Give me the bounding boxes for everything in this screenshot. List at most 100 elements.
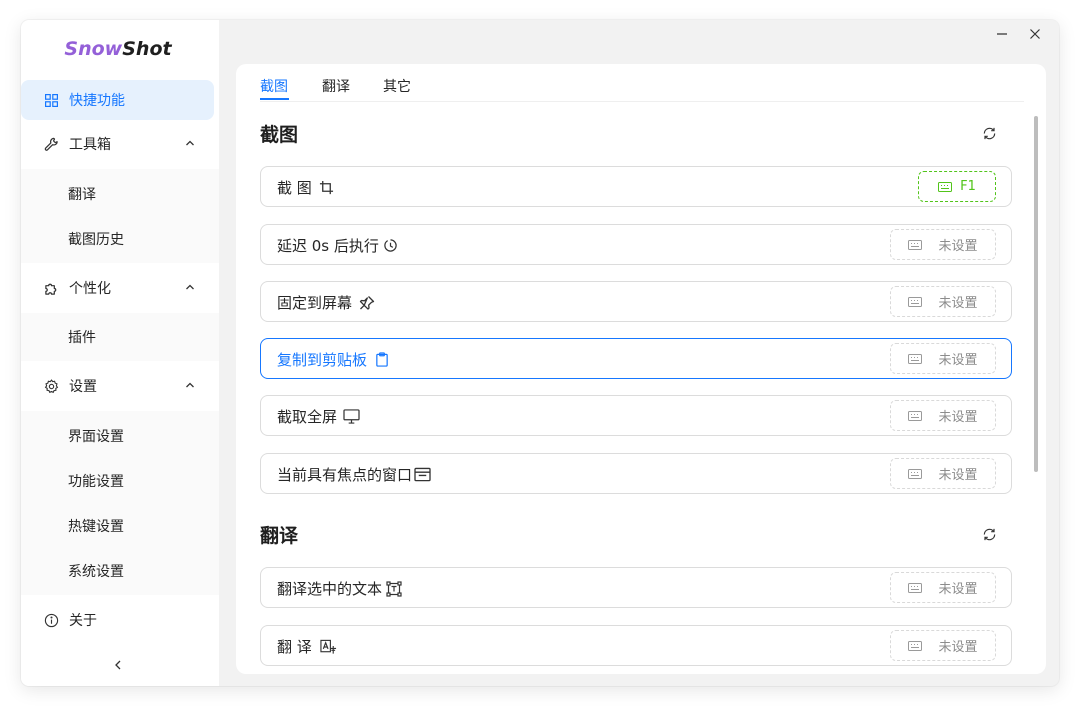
app-window: SnowShot 快捷功能 工具箱 翻译 截图历史 个性化 插件 设置 界面设置… [21, 20, 1059, 686]
sidebar: SnowShot 快捷功能 工具箱 翻译 截图历史 个性化 插件 设置 界面设置… [21, 20, 219, 686]
hotkey-value: 未设置 [938, 239, 978, 254]
shortcut-row-translate[interactable]: 翻 译 未设置 [260, 625, 1012, 666]
row-label: 翻译选中的文本 [277, 578, 402, 599]
sidebar-subitem-translate[interactable]: 翻译 [21, 171, 219, 216]
sidebar-item-personalization[interactable]: 个性化 [21, 268, 214, 308]
sidebar-subitem-label: 翻译 [68, 186, 96, 203]
hotkey-field[interactable]: 未设置 [890, 229, 996, 260]
hotkey-field[interactable]: 未设置 [890, 343, 996, 374]
sidebar-item-about[interactable]: 关于 [21, 600, 214, 640]
row-label-text: 当前具有焦点的窗口 [277, 466, 413, 484]
sidebar-subitem-label: 热键设置 [68, 518, 124, 535]
keyboard-icon [908, 582, 923, 593]
shortcut-row-delay[interactable]: 延迟 0s 后执行 未设置 [260, 224, 1012, 265]
sidebar-item-label: 个性化 [69, 281, 111, 297]
hotkey-field[interactable]: 未设置 [890, 572, 996, 603]
shortcut-row-copy[interactable]: 复制到剪贴板 未设置 [260, 338, 1012, 379]
keyboard-icon [908, 468, 923, 479]
chevron-up-icon [186, 382, 194, 388]
keyboard-icon [908, 410, 923, 421]
translate-icon [320, 638, 337, 655]
pin-icon [358, 294, 375, 311]
sidebar-subitem-ui-settings[interactable]: 界面设置 [21, 413, 219, 458]
sidebar-subitem-hotkey-settings[interactable]: 热键设置 [21, 503, 219, 548]
row-label: 翻 译 [277, 636, 337, 657]
hotkey-value: 未设置 [938, 410, 978, 425]
hotkey-field[interactable]: 未设置 [890, 458, 996, 489]
section-title: 截图 [260, 124, 299, 146]
toolbox-submenu: 翻译 截图历史 [21, 169, 219, 263]
sidebar-subitem-system-settings[interactable]: 系统设置 [21, 548, 219, 593]
gear-icon [43, 378, 59, 394]
shortcut-row-translate-selection[interactable]: 翻译选中的文本 未设置 [260, 567, 1012, 608]
shortcut-row-focused-window[interactable]: 当前具有焦点的窗口 未设置 [260, 453, 1012, 494]
sidebar-subitem-screenshot-history[interactable]: 截图历史 [21, 216, 219, 261]
sidebar-subitem-plugins[interactable]: 插件 [21, 314, 219, 359]
hotkey-value: 未设置 [938, 353, 978, 368]
app-logo: SnowShot [21, 38, 215, 60]
chevron-up-icon [186, 284, 194, 290]
row-label: 延迟 0s 后执行 [277, 235, 399, 256]
chevron-up-icon [186, 140, 194, 146]
keyboard-icon [908, 353, 923, 364]
row-label-text: 复制到剪贴板 [277, 351, 368, 369]
settings-submenu: 界面设置 功能设置 热键设置 系统设置 [21, 411, 219, 595]
close-button[interactable] [1025, 24, 1045, 44]
row-label-text: 延迟 0s 后执行 [277, 237, 379, 255]
timer-icon [382, 237, 399, 254]
sidebar-subitem-function-settings[interactable]: 功能设置 [21, 458, 219, 503]
puzzle-icon [43, 280, 59, 296]
keyboard-icon [908, 296, 923, 307]
shortcut-row-fullscreen[interactable]: 截取全屏 未设置 [260, 395, 1012, 436]
window-icon [414, 466, 431, 483]
sidebar-item-shortcuts[interactable]: 快捷功能 [21, 80, 214, 120]
tab-active-indicator [260, 98, 289, 100]
sidebar-item-label: 工具箱 [69, 137, 111, 153]
info-icon [43, 612, 59, 628]
hotkey-value: 未设置 [938, 296, 978, 311]
sidebar-subitem-label: 插件 [68, 329, 96, 346]
sidebar-collapse-button[interactable] [109, 656, 127, 674]
sidebar-item-label: 快捷功能 [69, 93, 125, 109]
sidebar-item-label: 关于 [69, 613, 97, 629]
hotkey-value: F1 [960, 179, 976, 194]
sidebar-subitem-label: 系统设置 [68, 563, 124, 580]
row-label: 当前具有焦点的窗口 [277, 464, 431, 485]
hotkey-field[interactable]: F1 [918, 171, 996, 202]
grid-icon [43, 92, 59, 108]
tab-translate[interactable]: 翻译 [322, 76, 350, 96]
row-label: 复制到剪贴板 [277, 349, 390, 370]
reset-button[interactable] [980, 124, 998, 142]
keyboard-icon [908, 239, 923, 250]
monitor-icon [343, 408, 360, 425]
row-label: 截取全屏 [277, 406, 360, 427]
reset-icon [983, 528, 995, 540]
sidebar-subitem-label: 界面设置 [68, 428, 124, 445]
row-label-text: 截 图 [277, 179, 312, 197]
close-icon [1030, 29, 1040, 39]
shortcut-row-pin[interactable]: 固定到屏幕 未设置 [260, 281, 1012, 322]
clipboard-icon [373, 351, 390, 368]
hotkey-field[interactable]: 未设置 [890, 630, 996, 661]
keyboard-icon [938, 181, 953, 192]
minimize-button[interactable] [992, 24, 1012, 44]
shortcut-row-screenshot[interactable]: 截 图 F1 [260, 166, 1012, 207]
text-select-icon [385, 580, 402, 597]
tab-screenshot[interactable]: 截图 [260, 76, 288, 96]
keyboard-icon [908, 640, 923, 651]
row-label-text: 翻 译 [277, 638, 312, 656]
row-label-text: 翻译选中的文本 [277, 580, 383, 598]
sidebar-item-settings[interactable]: 设置 [21, 366, 214, 406]
reset-button[interactable] [980, 525, 998, 543]
row-label-text: 截取全屏 [277, 408, 338, 426]
chevron-left-icon [115, 660, 121, 670]
section-title: 翻译 [260, 525, 299, 547]
hotkey-field[interactable]: 未设置 [890, 400, 996, 431]
tab-bar: 截图 翻译 其它 [260, 64, 1024, 102]
row-label-text: 固定到屏幕 [277, 294, 353, 312]
crop-icon [318, 179, 335, 196]
scrollbar[interactable] [1034, 116, 1038, 472]
tab-other[interactable]: 其它 [383, 76, 411, 96]
sidebar-item-toolbox[interactable]: 工具箱 [21, 124, 214, 164]
hotkey-field[interactable]: 未设置 [890, 286, 996, 317]
